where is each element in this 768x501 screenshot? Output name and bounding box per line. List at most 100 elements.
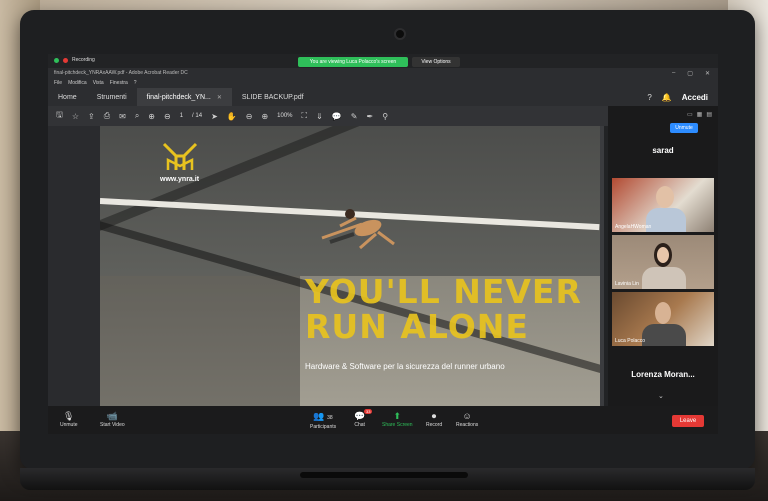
layout-icon[interactable]: ▦ [697,111,703,118]
slide-headline: YOU'LL NEVER RUN ALONE [305,274,600,344]
participant-face [656,186,674,208]
participant-body [642,267,686,289]
cursor-icon[interactable]: ➤ [211,112,218,121]
menu-file[interactable]: File [54,80,62,86]
record-button[interactable]: ⏺ Record [426,410,442,428]
laptop-screen: Recording You are viewing Luca Polacco's… [48,54,718,434]
tab-bar-right: ? 🔔 Accedi [647,88,708,106]
page-current[interactable]: 1 [180,113,183,119]
search-icon[interactable]: ⌕ [135,111,139,121]
tab-document-backup[interactable]: SLIDE BACKUP.pdf [232,88,314,106]
reactions-label: Reactions [456,422,479,428]
participants-count: 38 [327,415,333,421]
tab-tools[interactable]: Strumenti [87,88,137,106]
sign-icon[interactable]: ✒ [366,112,373,121]
minimize-panel-icon[interactable]: ▭ [687,111,693,118]
star-icon[interactable]: ☆ [72,112,79,121]
chat-badge: 33 [364,409,373,414]
reactions-icon: ☺ [462,411,472,421]
tab-document-pitchdeck-label: final-pitchdeck_YN... [146,93,211,101]
record-icon: ⏺ [431,411,437,421]
runner-figure-icon [310,194,400,254]
stamp-icon[interactable]: ⚲ [382,112,388,121]
signin-button[interactable]: Accedi [682,93,708,102]
window-controls: – ▢ ✕ [672,68,710,78]
tab-tools-label: Strumenti [96,93,127,101]
print-icon[interactable]: ⎙ [104,111,110,121]
ynra-logo-icon [160,140,200,174]
chat-button[interactable]: 💬 33 Chat [354,409,373,428]
participant-tile[interactable]: Luca Polacco [612,292,714,346]
bell-icon[interactable]: 🔔 [662,93,672,102]
save-icon[interactable]: 🖫 [56,109,63,123]
panel-unmute-button[interactable]: Unmute [670,123,698,133]
share-screen-icon: ⬆ [393,411,402,421]
acrobat-title-bar: final-pitchdeck_YNRAxAAW.pdf - Adobe Acr… [48,68,718,78]
participant-tile[interactable]: Lavinia Lin [612,235,714,289]
recording-icon [63,57,68,63]
close-tab-icon[interactable]: ✕ [217,94,222,101]
left-rail [48,126,100,406]
grid-view-icon[interactable]: ▤ [706,111,712,118]
highlight-icon[interactable]: ✎ [351,112,358,121]
slide-sidewalk-shade [100,276,300,406]
record-label: Record [426,422,443,428]
minimize-icon[interactable]: – [672,70,675,76]
participant-face [657,247,669,263]
zoom-control-bar: 🎙 Unmute 📹 Start Video 👥 38 Participants… [48,406,718,434]
start-video-label: Start Video [100,422,125,428]
pdf-slide: www.ynra.it YOU'LL NEVER RUN ALONE Hardw… [100,126,600,406]
window-title: final-pitchdeck_YNRAxAAW.pdf - Adobe Acr… [54,70,188,76]
participant-name: AngelaHWoman [615,224,652,230]
recording-indicator: Recording [54,57,95,63]
share-screen-button[interactable]: ⬆ Share Screen [382,410,413,428]
zoom-status-icon [54,57,59,63]
page-total: / 14 [192,113,203,119]
tab-home-label: Home [58,93,77,101]
mail-icon[interactable]: ✉ [119,112,126,121]
participant-name-bottom: Lorenza Moran... [631,370,695,379]
menu-help[interactable]: ? [134,80,137,86]
zoom-out-icon[interactable]: ⊖ [246,112,253,121]
unmute-label: Unmute [60,422,78,428]
page-up-icon[interactable]: ⊕ [148,112,155,121]
zoom-in-icon[interactable]: ⊕ [261,112,268,121]
scroll-icon[interactable]: ⇓ [316,112,323,121]
participants-button[interactable]: 👥 38 Participants [310,410,336,430]
video-off-icon: 📹 [106,411,118,421]
tab-document-pitchdeck[interactable]: final-pitchdeck_YN... ✕ [136,88,232,106]
reactions-button[interactable]: ☺ Reactions [456,410,478,428]
headline-line-1: YOU'LL NEVER [305,272,582,311]
participant-face [655,302,671,324]
participant-body [642,324,686,346]
close-icon[interactable]: ✕ [705,70,710,77]
maximize-icon[interactable]: ▢ [687,70,693,77]
participants-icon: 👥 38 [313,411,333,421]
view-options-button[interactable]: View Options [412,57,460,67]
participant-name: Lavinia Lin [615,281,639,287]
participant-name: Luca Polacco [615,338,646,344]
menu-vista[interactable]: Vista [93,80,104,86]
participant-panel: ▭ ▦ ▤ Unmute sarad AngelaHWoman Lavinia … [608,106,718,406]
slide-site-url: www.ynra.it [160,176,200,183]
leave-button[interactable]: Leave [672,415,704,427]
unmute-button[interactable]: 🎙 Unmute [60,410,78,428]
zoom-level[interactable]: 100% [277,113,292,119]
help-icon[interactable]: ? [647,93,651,102]
participant-tile[interactable]: AngelaHWoman [612,178,714,232]
hand-tool-icon[interactable]: ✋ [227,112,237,121]
tab-home[interactable]: Home [48,88,87,106]
upload-icon[interactable]: ⇪ [88,112,95,121]
active-speaker-name: sarad [652,146,674,155]
chevron-down-icon[interactable]: ⌄ [658,392,664,400]
tab-document-backup-label: SLIDE BACKUP.pdf [241,93,304,101]
fit-page-icon[interactable]: ⛶ [302,111,308,121]
page-down-icon[interactable]: ⊖ [164,112,171,121]
share-screen-label: Share Screen [382,422,413,428]
menu-finestra[interactable]: Finestra [110,80,128,86]
menu-modifica[interactable]: Modifica [68,80,87,86]
tab-bar: Home Strumenti final-pitchdeck_YN... ✕ S… [48,88,718,106]
comment-icon[interactable]: 💬 [332,112,342,121]
menu-bar: File Modifica Vista Finestra ? [48,78,718,88]
start-video-button[interactable]: 📹 Start Video [100,410,125,428]
